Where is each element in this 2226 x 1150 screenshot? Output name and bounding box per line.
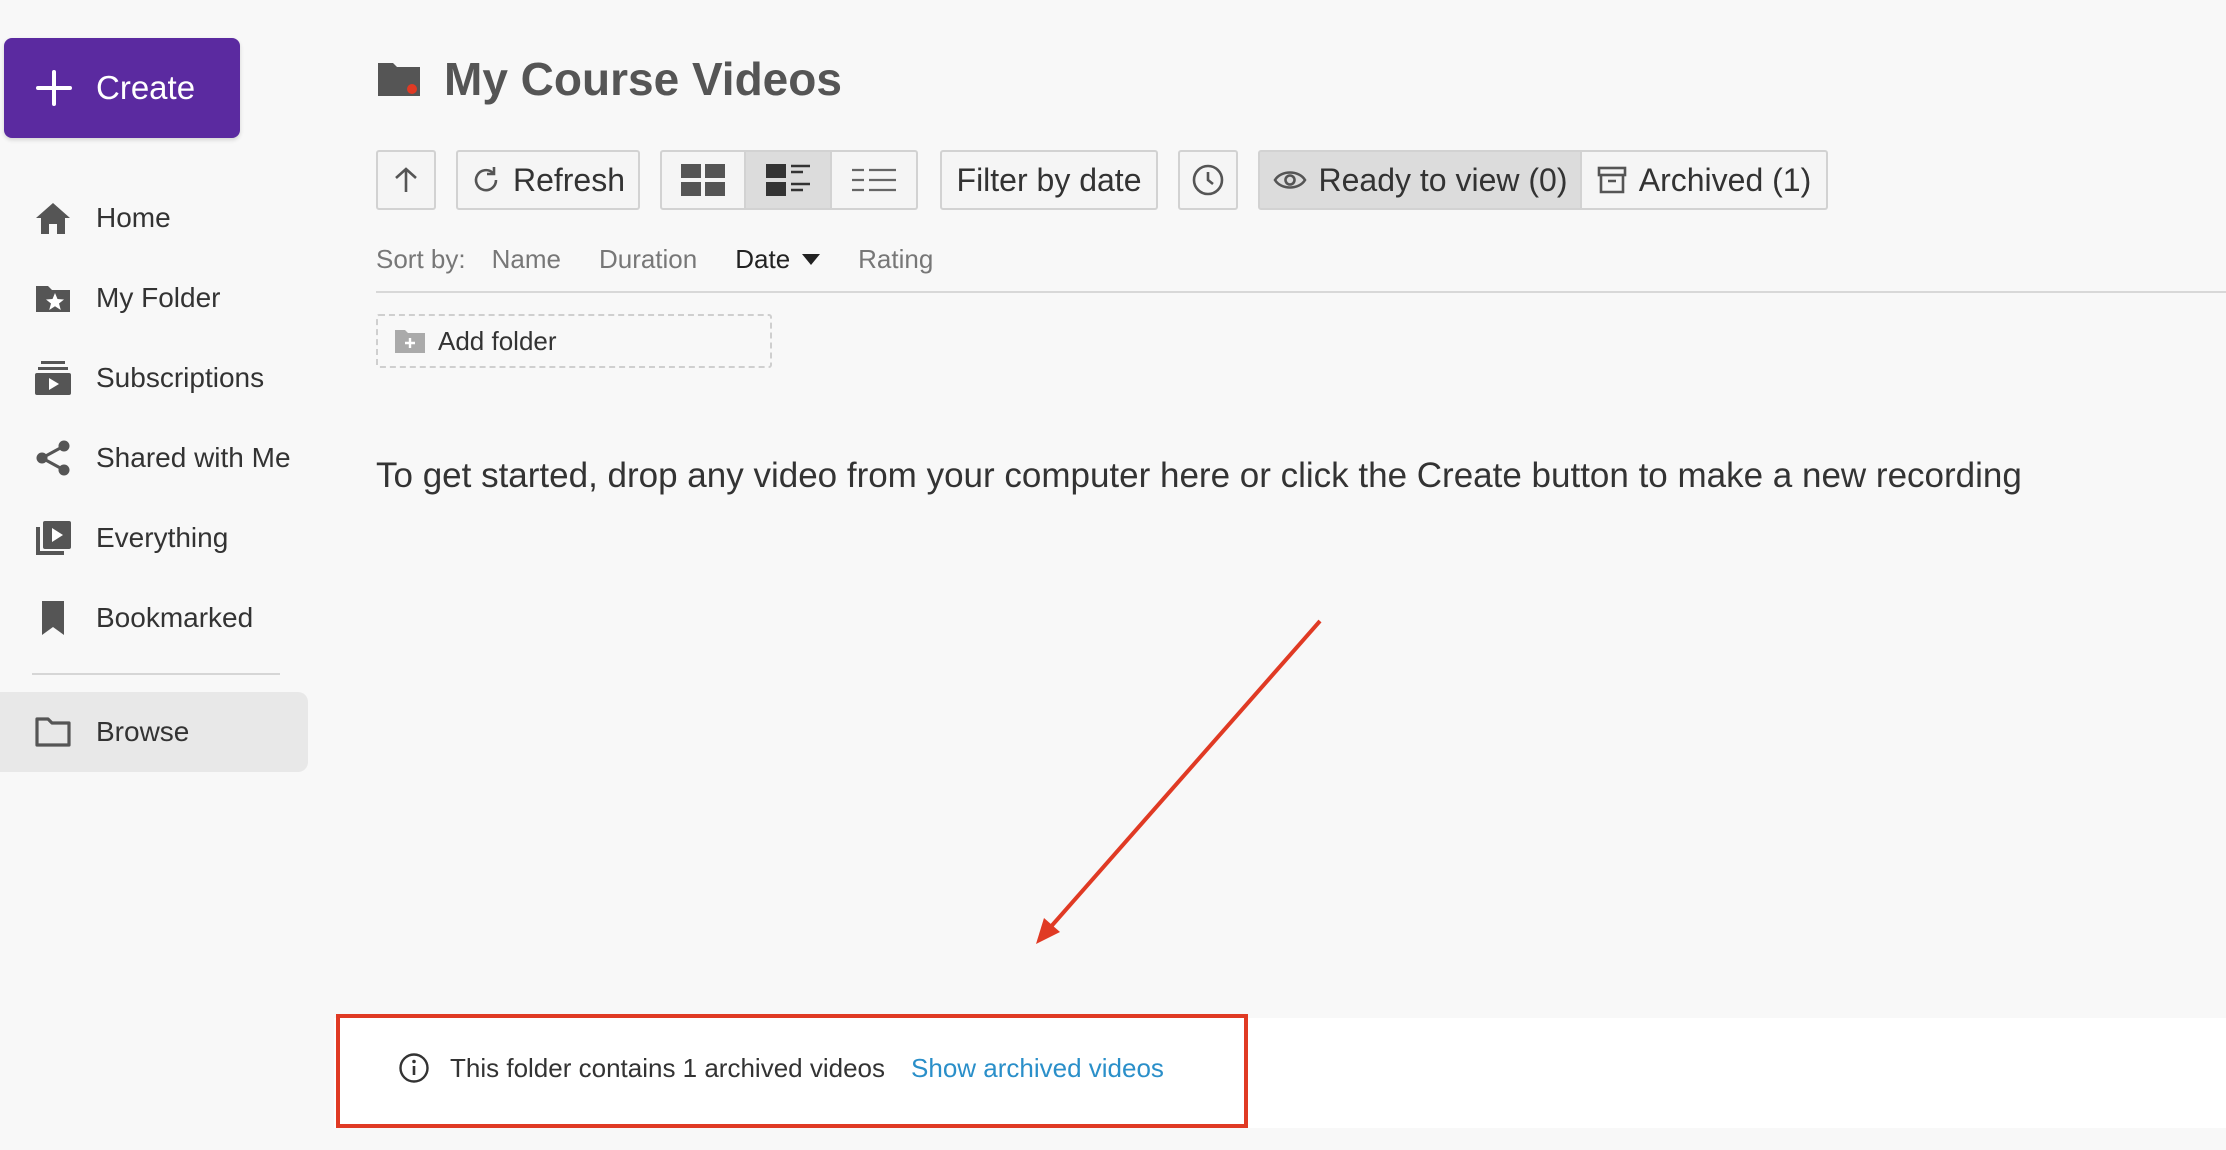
list-view-button[interactable] [832, 150, 918, 210]
page-title: My Course Videos [444, 53, 842, 105]
sort-by-name[interactable]: Name [492, 244, 561, 275]
sidebar-item-bookmarked[interactable]: Bookmarked [0, 578, 310, 658]
clock-icon [1192, 164, 1224, 196]
archive-icon [1597, 166, 1627, 194]
folder-icon [378, 63, 420, 96]
archived-label: Archived (1) [1638, 161, 1812, 198]
subscriptions-icon [32, 357, 74, 399]
sidebar-item-label: Everything [96, 522, 229, 553]
add-folder-label: Add folder [438, 325, 557, 356]
refresh-button[interactable]: Refresh [456, 150, 640, 210]
create-button[interactable]: Create [4, 38, 240, 138]
sort-by-date-label: Date [735, 244, 791, 274]
caret-down-icon [802, 254, 821, 265]
bookmark-icon [32, 597, 74, 639]
sidebar-item-label: Browse [96, 716, 190, 747]
view-mode-group [660, 150, 918, 210]
sidebar-item-label: Subscriptions [96, 362, 265, 393]
ready-to-view-button[interactable]: Ready to view (0) [1258, 150, 1582, 210]
folder-icon [32, 711, 74, 753]
sidebar-item-label: My Folder [96, 282, 221, 313]
sidebar-item-everything[interactable]: Everything [0, 498, 310, 578]
info-icon [399, 1053, 429, 1083]
sort-label: Sort by: [376, 244, 466, 274]
sidebar-item-label: Bookmarked [96, 602, 254, 633]
list-view-icon [852, 168, 896, 192]
sort-by-date[interactable]: Date [735, 244, 821, 275]
page-header: My Course Videos [376, 52, 842, 106]
archived-button[interactable]: Archived (1) [1582, 150, 1828, 210]
sidebar-nav: Home My Folder Subscriptions Shared with… [0, 178, 310, 658]
show-archived-videos-link[interactable]: Show archived videos [911, 1053, 1164, 1084]
filter-by-date-button[interactable]: Filter by date [940, 150, 1158, 210]
refresh-icon [474, 167, 498, 192]
sort-bar: Sort by: Name Duration Date Rating [376, 244, 971, 275]
sort-by-rating[interactable]: Rating [858, 244, 933, 275]
sidebar-item-home[interactable]: Home [0, 178, 310, 258]
star-folder-icon [32, 277, 74, 319]
add-folder-button[interactable]: Add folder [376, 314, 772, 368]
filter-by-date-label: Filter by date [956, 161, 1142, 198]
status-filter-group: Ready to view (0) Archived (1) [1258, 150, 1828, 210]
recent-button[interactable] [1178, 150, 1238, 210]
archived-notice-text: This folder contains 1 archived videos [450, 1052, 886, 1083]
plus-icon [36, 70, 72, 106]
sidebar-item-label: Shared with Me [96, 442, 291, 473]
sidebar-item-my-folder[interactable]: My Folder [0, 258, 310, 338]
sidebar-item-browse[interactable]: Browse [0, 692, 308, 772]
sidebar-item-subscriptions[interactable]: Subscriptions [0, 338, 310, 418]
detail-view-icon [766, 164, 810, 196]
video-library-icon [32, 517, 74, 559]
sort-by-duration[interactable]: Duration [599, 244, 697, 275]
home-icon [32, 197, 74, 239]
grid-view-button[interactable] [660, 150, 746, 210]
sidebar-divider [32, 673, 280, 675]
up-button[interactable] [376, 150, 436, 210]
refresh-label: Refresh [512, 161, 626, 198]
sidebar-item-shared-with-me[interactable]: Shared with Me [0, 418, 310, 498]
empty-state-message: To get started, drop any video from your… [376, 456, 2022, 495]
divider [376, 291, 2226, 293]
eye-icon [1272, 171, 1307, 189]
archived-notice: This folder contains 1 archived videos S… [398, 1052, 1164, 1084]
arrow-up-icon [395, 167, 417, 192]
share-icon [32, 437, 74, 479]
detail-view-button[interactable] [746, 150, 832, 210]
grid-view-icon [681, 164, 725, 196]
add-folder-icon [395, 330, 425, 353]
sidebar-item-label: Home [96, 202, 171, 233]
toolbar: Refresh Filter by date Ready to view (0)… [376, 150, 1828, 210]
ready-to-view-label: Ready to view (0) [1318, 161, 1568, 198]
create-label: Create [96, 69, 196, 106]
